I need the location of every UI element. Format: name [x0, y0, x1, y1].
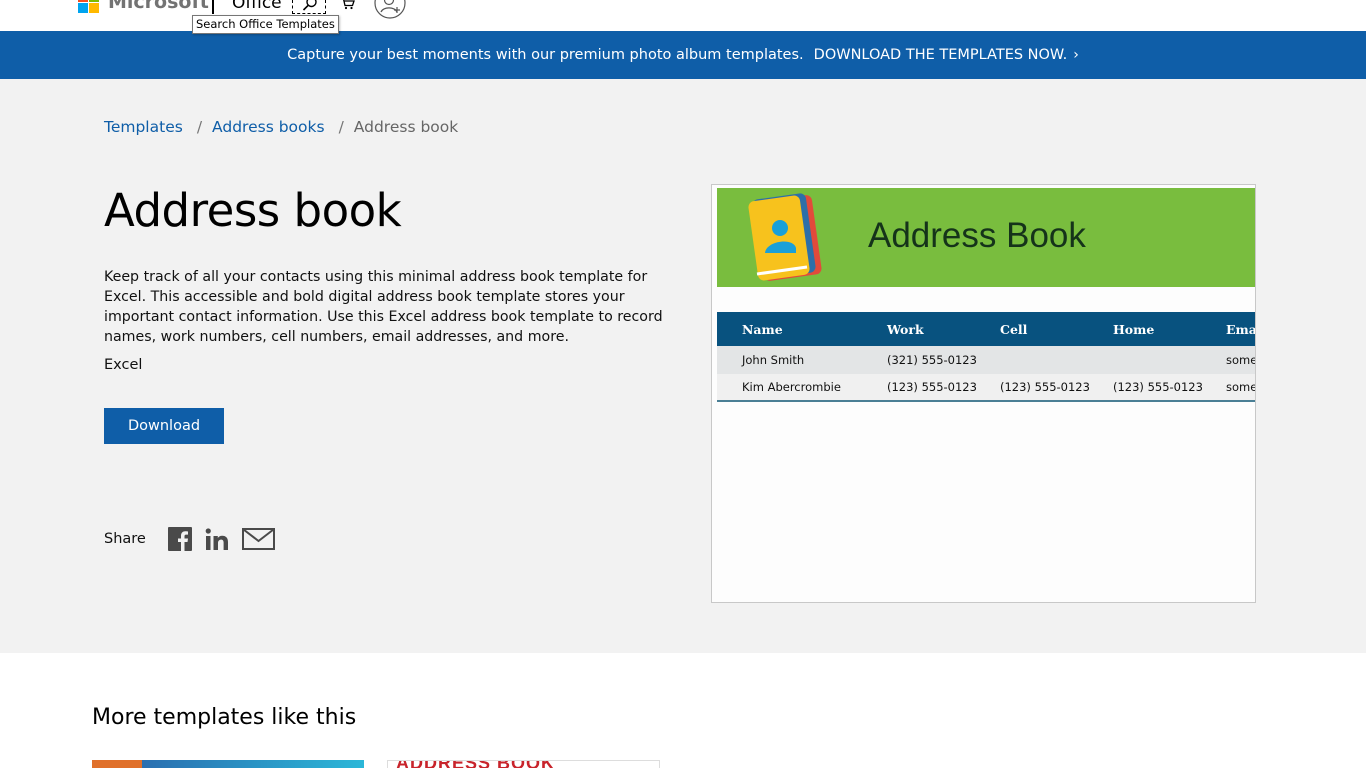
chevron-right-icon[interactable]: ›	[1073, 47, 1079, 63]
table-row: John Smith (321) 555-0123 some	[717, 346, 1256, 374]
preview-header: Address Book	[717, 188, 1255, 287]
column-header: Work	[887, 321, 924, 337]
breadcrumb: Templates / Address books / Address book	[104, 118, 458, 136]
table-cell: Kim Abercrombie	[742, 380, 841, 394]
table-cell: some	[1226, 353, 1256, 367]
preview-title: Address Book	[868, 216, 1086, 255]
template-app: Excel	[104, 357, 143, 373]
template-preview[interactable]: Address Book Name Work Cell Home Emai Jo…	[711, 184, 1256, 603]
microsoft-logo[interactable]: Microsoft	[78, 0, 209, 14]
table-cell: (123) 555-0123	[887, 380, 977, 394]
template-thumbnail[interactable]: ADDRESS BOOK	[387, 760, 660, 768]
table-cell: some	[1226, 380, 1256, 394]
column-header: Emai	[1226, 321, 1255, 337]
header-divider	[212, 0, 214, 14]
account-icon[interactable]	[374, 0, 406, 19]
cart-icon[interactable]	[340, 0, 356, 11]
table-cell: (123) 555-0123	[1000, 380, 1090, 394]
preview-table-header: Name Work Cell Home Emai	[717, 312, 1255, 346]
table-row: Kim Abercrombie (123) 555-0123 (123) 555…	[717, 374, 1256, 402]
table-cell: John Smith	[742, 353, 805, 367]
thumbnail-title: ADDRESS BOOK	[396, 761, 555, 768]
breadcrumb-address-books[interactable]: Address books	[212, 118, 325, 136]
search-icon	[302, 0, 317, 11]
column-header: Name	[742, 321, 783, 337]
column-header: Home	[1113, 321, 1155, 337]
table-cell: (123) 555-0123	[1113, 380, 1203, 394]
microsoft-logo-icon	[78, 0, 100, 14]
download-button[interactable]: Download	[104, 408, 224, 444]
share-bar: Share	[104, 527, 288, 551]
column-header: Cell	[1000, 321, 1028, 337]
office-link[interactable]: Office	[232, 0, 282, 13]
linkedin-icon[interactable]	[205, 527, 229, 551]
facebook-icon[interactable]	[167, 527, 192, 551]
site-header: Microsoft Office Search Office Templates	[0, 0, 1366, 34]
share-label: Share	[104, 531, 146, 547]
template-hero: Templates / Address books / Address book…	[0, 79, 1366, 653]
preview-table: Name Work Cell Home Emai John Smith (321…	[717, 312, 1256, 402]
more-templates-heading: More templates like this	[92, 705, 357, 730]
search-tooltip: Search Office Templates	[192, 15, 339, 34]
promo-banner: Capture your best moments with our premi…	[0, 31, 1366, 79]
email-icon[interactable]	[241, 527, 275, 551]
brand-name: Microsoft	[108, 0, 209, 13]
address-book-icon	[748, 193, 822, 281]
breadcrumb-templates[interactable]: Templates	[104, 118, 183, 136]
banner-cta-link[interactable]: DOWNLOAD THE TEMPLATES NOW.	[814, 47, 1068, 63]
table-cell: (321) 555-0123	[887, 353, 977, 367]
template-thumbnail[interactable]	[92, 760, 364, 768]
banner-text: Capture your best moments with our premi…	[287, 47, 804, 63]
page-title: Address book	[104, 184, 402, 237]
template-description: Keep track of all your contacts using th…	[104, 269, 663, 345]
breadcrumb-current: Address book	[353, 118, 459, 136]
search-button[interactable]	[292, 0, 326, 14]
breadcrumb-separator: /	[338, 118, 344, 136]
breadcrumb-separator: /	[196, 118, 203, 136]
